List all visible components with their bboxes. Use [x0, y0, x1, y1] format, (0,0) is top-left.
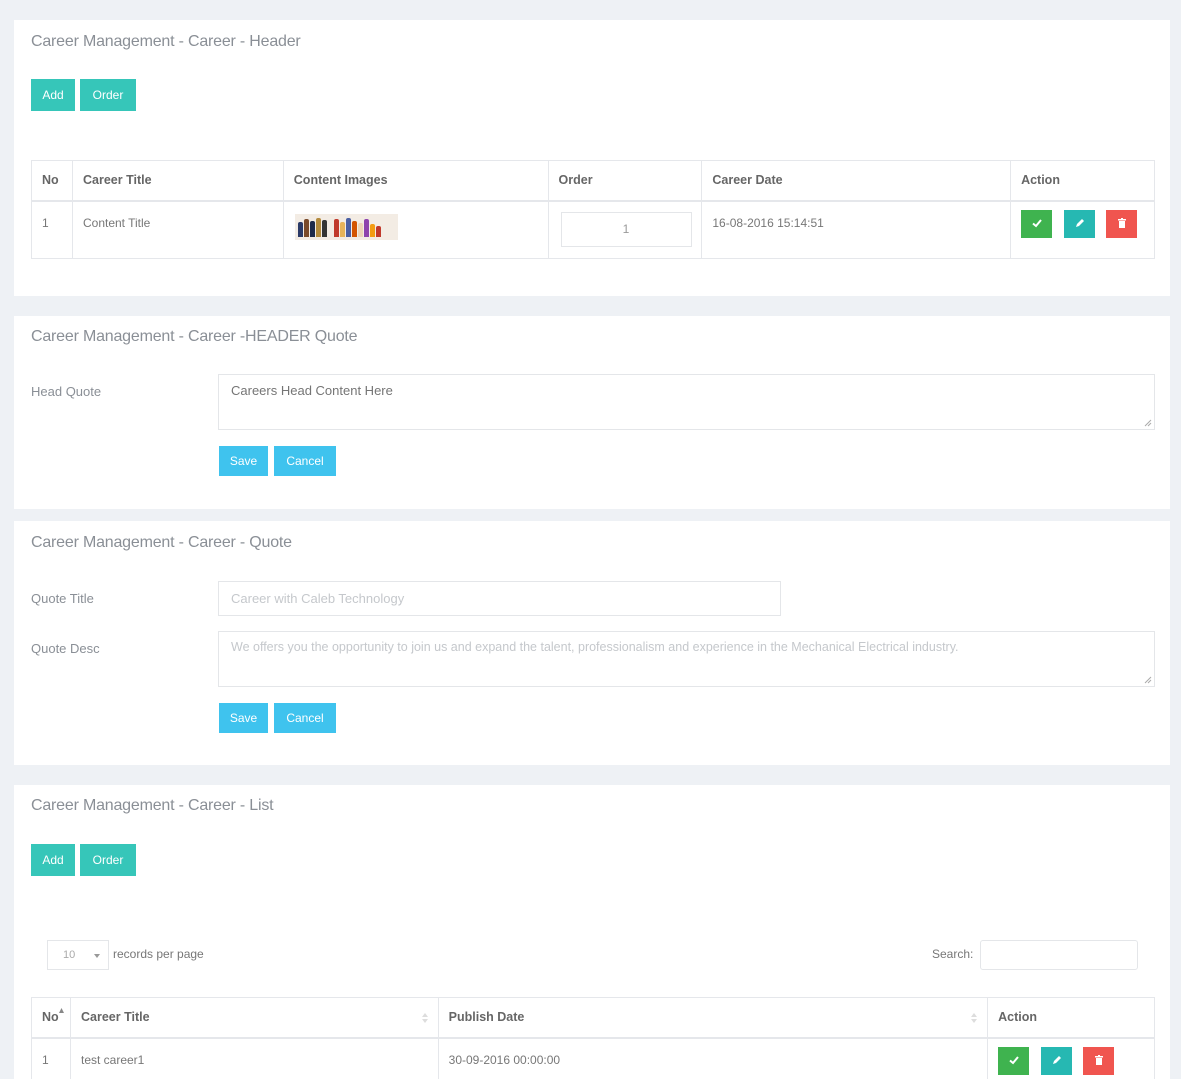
edit-button[interactable] [1041, 1046, 1073, 1075]
check-icon [1008, 1055, 1019, 1064]
approve-button[interactable] [1021, 209, 1053, 238]
pencil-icon [1075, 218, 1084, 227]
table-row: 1 Content Title 1 16-08-2016 15:14:51 [31, 200, 1155, 259]
career-quote-panel: Career Management - Career - Quote Quote… [14, 521, 1170, 765]
caret-down-icon [94, 954, 100, 958]
col-header-career-title[interactable]: Career Title [71, 160, 284, 201]
order-button[interactable]: Order [80, 844, 136, 876]
resize-grip-icon[interactable] [1144, 676, 1152, 684]
trash-icon [1117, 217, 1126, 228]
cell-no: 1 [31, 200, 73, 259]
quote-desc-label: Quote Desc [31, 641, 100, 656]
page-size-value: 10 [63, 949, 76, 961]
career-header-quote-panel: Career Management - Career -HEADER Quote… [14, 316, 1170, 509]
panel-title: Career Management - Career -HEADER Quote [31, 328, 358, 345]
panel-title: Career Management - Career - List [31, 797, 274, 814]
col-header-career-title[interactable]: Career Title [69, 997, 439, 1038]
cell-action [987, 1037, 1155, 1079]
cell-action [1010, 200, 1155, 259]
pencil-icon [1052, 1055, 1061, 1064]
cell-date: 16-08-2016 15:14:51 [701, 200, 1012, 259]
add-button[interactable]: Add [31, 79, 75, 111]
page-size-select[interactable]: 10 [47, 940, 109, 970]
cancel-button[interactable]: Cancel [274, 446, 336, 476]
quote-title-label: Quote Title [31, 591, 94, 606]
panel-title: Career Management - Career - Quote [31, 534, 292, 551]
head-quote-textarea[interactable] [218, 374, 1155, 430]
col-header-no[interactable]: No [31, 997, 71, 1038]
cell-title: test career1 [69, 1037, 439, 1079]
content-image-thumbnail[interactable] [294, 213, 398, 240]
table-row: 1 test career1 30-09-2016 00:00:00 [31, 1037, 1155, 1079]
save-button[interactable]: Save [219, 446, 268, 476]
cell-order [547, 200, 703, 259]
order-input[interactable] [560, 211, 692, 247]
edit-button[interactable] [1064, 209, 1096, 238]
delete-button[interactable] [1106, 209, 1138, 238]
search-input[interactable] [980, 940, 1138, 970]
trash-icon [1094, 1054, 1103, 1065]
table-header-row: No Career Title Publish Date Action [31, 997, 1155, 1038]
check-icon [1031, 218, 1042, 227]
sort-asc-icon [58, 1008, 64, 1014]
resize-grip-icon[interactable] [1144, 419, 1152, 427]
career-list-table: No Career Title Publish Date Action 1 te… [31, 997, 1155, 1079]
career-list-panel: Career Management - Career - List Add Or… [14, 785, 1170, 1079]
col-header-action: Action [1010, 160, 1155, 201]
search-label: Search: [932, 947, 974, 961]
col-header-no[interactable]: No [31, 160, 73, 201]
col-header-career-date[interactable]: Career Date [701, 160, 1012, 201]
cell-no: 1 [31, 1037, 71, 1079]
col-header-content-images[interactable]: Content Images [282, 160, 549, 201]
cell-title: Content Title [71, 200, 284, 259]
order-button[interactable]: Order [80, 79, 136, 111]
career-header-panel: Career Management - Career - Header Add … [14, 20, 1170, 296]
panel-title: Career Management - Career - Header [31, 33, 301, 50]
add-button[interactable]: Add [31, 844, 75, 876]
save-button[interactable]: Save [219, 703, 268, 733]
col-header-action: Action [987, 997, 1155, 1038]
approve-button[interactable] [998, 1046, 1030, 1075]
delete-button[interactable] [1083, 1046, 1115, 1075]
sort-icon [971, 1013, 978, 1023]
header-table: No Career Title Content Images Order Car… [31, 160, 1155, 259]
sort-icon [421, 1013, 428, 1023]
records-per-page-label: records per page [113, 947, 204, 961]
cell-image [282, 200, 549, 259]
table-header-row: No Career Title Content Images Order Car… [31, 160, 1155, 201]
cell-date: 30-09-2016 00:00:00 [437, 1037, 989, 1079]
quote-title-input[interactable] [218, 581, 781, 616]
head-quote-label: Head Quote [31, 384, 102, 399]
cancel-button[interactable]: Cancel [274, 703, 336, 733]
col-header-order[interactable]: Order [547, 160, 703, 201]
col-header-publish-date[interactable]: Publish Date [437, 997, 989, 1038]
quote-desc-textarea[interactable]: We offers you the opportunity to join us… [218, 631, 1155, 687]
